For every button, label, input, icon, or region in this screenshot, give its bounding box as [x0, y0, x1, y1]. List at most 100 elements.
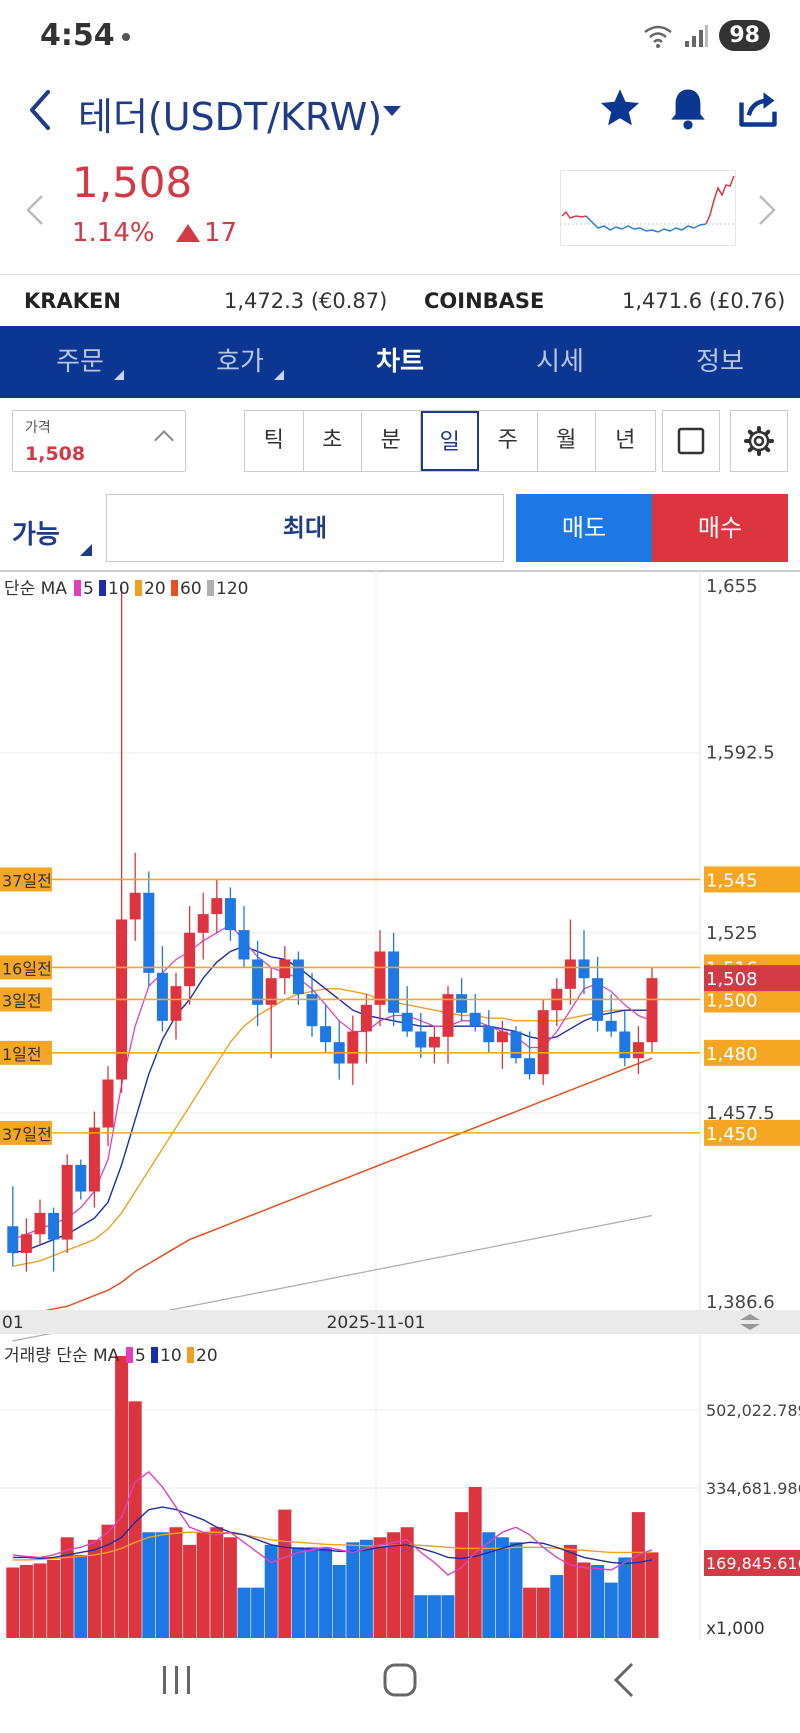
volume-bar [74, 1554, 88, 1638]
x-tick-label: 2025-11-01 [327, 1313, 426, 1333]
volume-bar [223, 1537, 237, 1638]
volume-bar [183, 1544, 197, 1638]
candle-body [428, 1036, 440, 1048]
notification-dot-icon [122, 33, 130, 41]
volume-legend-item: 5 [135, 1346, 146, 1366]
price-level-tag-text: 3일전 [2, 991, 42, 1010]
ma-legend-item: 20 [144, 579, 166, 599]
current-price-label: 1,508 [706, 969, 758, 990]
price-type-select[interactable]: 가격 1,508 [12, 410, 186, 472]
period-year-button[interactable]: 년 [596, 411, 655, 471]
page-title[interactable]: 테더(USDT/KRW) [78, 86, 382, 141]
tab-label: 주문 [56, 347, 104, 377]
volume-bar [291, 1547, 305, 1638]
share-icon[interactable] [736, 86, 780, 130]
star-icon[interactable] [598, 86, 642, 130]
tab-info[interactable]: 정보 [640, 326, 800, 398]
volume-legend-swatch [151, 1347, 158, 1363]
price-level-tag-text: 16일전 [2, 959, 52, 978]
exchange-row: KRAKEN 1,472.3 (€0.87) COINBASE 1,471.6 … [0, 274, 800, 326]
price-level-label: 1,450 [706, 1124, 758, 1145]
next-chevron-icon[interactable] [756, 192, 778, 228]
ma-legend-swatch [74, 580, 81, 596]
period-second-button[interactable]: 초 [303, 411, 362, 471]
volume-bar [550, 1575, 564, 1638]
price-type-value: 1,508 [25, 443, 86, 465]
buy-button[interactable]: 매수 [652, 494, 788, 562]
tab-orderbook[interactable]: 호가 [160, 326, 320, 398]
price-level-tag-text: 37일전 [2, 1125, 52, 1144]
volume-bar [427, 1595, 441, 1638]
tab-chart[interactable]: 차트 [320, 326, 480, 398]
volume-bar [33, 1563, 47, 1638]
volume-bar [577, 1562, 591, 1638]
max-button[interactable]: 최대 [106, 494, 504, 562]
exchange-price: 1,471.6 (£0.76) [622, 289, 786, 313]
volume-bar [346, 1542, 360, 1638]
tab-order[interactable]: 주문 [0, 326, 160, 398]
period-tick-button[interactable]: 틱 [245, 411, 304, 471]
period-day-button[interactable]: 일 [420, 411, 479, 471]
current-price: 1,508 [72, 158, 193, 207]
volume-bar [414, 1595, 428, 1638]
volume-bar [155, 1532, 169, 1638]
price-level-tag-text: 37일전 [2, 871, 52, 890]
ma-legend-item: 10 [108, 579, 130, 599]
volume-bar [196, 1532, 210, 1638]
candle-body [524, 1058, 536, 1075]
volume-bar [169, 1527, 183, 1638]
volume-bar [373, 1537, 387, 1638]
candle-body [156, 972, 168, 1021]
volume-bar [631, 1512, 645, 1638]
sell-button[interactable]: 매도 [516, 494, 652, 562]
tab-quotes[interactable]: 시세 [480, 326, 640, 398]
corner-triangle-icon [274, 370, 284, 380]
bell-icon[interactable] [666, 86, 710, 132]
price-chart[interactable]: 1,6551,592.51,5251,457.51,386.637일전 1,545… [0, 570, 800, 1640]
recent-apps-icon[interactable] [160, 1662, 194, 1698]
status-time: 4:54 [40, 18, 115, 53]
fullscreen-button[interactable] [662, 410, 720, 472]
volume-bar [536, 1587, 550, 1638]
volume-legend-swatch [126, 1347, 133, 1363]
price-level-label: 1,545 [706, 870, 758, 891]
signal-icon [685, 24, 709, 47]
volume-bar [645, 1552, 659, 1638]
volume-bar [19, 1564, 33, 1638]
volume-bar [60, 1537, 74, 1638]
candle-body [292, 959, 304, 995]
candle-body [537, 1010, 549, 1075]
ma-legend-swatch [171, 580, 178, 596]
volume-bar [278, 1509, 292, 1638]
status-icons: 98 [643, 20, 770, 51]
home-icon[interactable] [380, 1660, 420, 1700]
status-bar: 4:54 98 [0, 0, 800, 70]
available-label[interactable]: 가능 [12, 514, 60, 551]
volume-tick-label: 502,022.789 [706, 1401, 800, 1420]
back-arrow-icon[interactable] [24, 88, 56, 132]
volume-legend-label: 거래량 단순 MA [4, 1346, 120, 1366]
period-week-button[interactable]: 주 [479, 411, 538, 471]
wifi-icon [644, 25, 673, 48]
tab-bar: 주문 호가 차트 시세 정보 [0, 326, 800, 398]
y-tick-label: 1,525 [706, 923, 758, 944]
tab-label: 차트 [376, 347, 424, 377]
volume-legend-item: 20 [196, 1346, 218, 1366]
change-amount: 17 [204, 218, 238, 248]
volume-bar [455, 1512, 469, 1638]
candle-body [605, 1020, 617, 1032]
back-nav-icon[interactable] [610, 1660, 640, 1700]
chevron-down-icon[interactable] [383, 106, 401, 116]
candle-body [279, 959, 291, 979]
settings-button[interactable] [730, 410, 788, 472]
prev-chevron-icon[interactable] [24, 192, 46, 228]
volume-bar [523, 1587, 537, 1638]
mini-chart[interactable] [560, 170, 736, 246]
volume-bar [468, 1486, 482, 1638]
candle-body [646, 978, 658, 1043]
candle-body [197, 914, 209, 933]
candle-body [483, 1026, 495, 1043]
price-level-label: 1,480 [706, 1044, 758, 1065]
period-month-button[interactable]: 월 [537, 411, 596, 471]
period-minute-button[interactable]: 분 [362, 411, 421, 471]
